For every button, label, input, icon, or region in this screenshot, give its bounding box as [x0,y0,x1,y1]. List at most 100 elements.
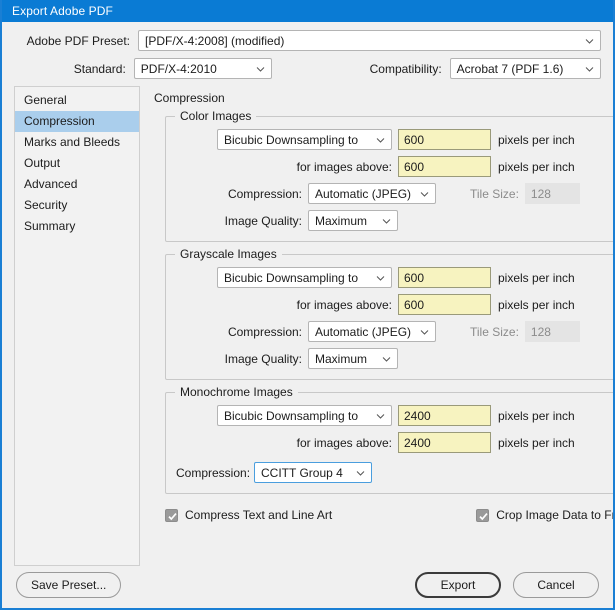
standard-compat-row: Standard: PDF/X-4:2010 Compatibility: Ac… [14,58,601,79]
color-above-input[interactable]: 600 [398,156,491,177]
chevron-down-icon [585,36,594,45]
compatibility-value: Acrobat 7 (PDF 1.6) [457,62,564,76]
monochrome-above-row: for images above: 2400 pixels per inch [176,432,615,453]
options-checkbox-row: Compress Text and Line Art Crop Image Da… [165,508,615,522]
crop-image-checkbox[interactable]: Crop Image Data to Frames [476,508,615,522]
chevron-down-icon [382,216,391,225]
color-compression-dropdown[interactable]: Automatic (JPEG) [308,183,436,204]
sidebar-item-label: Marks and Bleeds [24,135,120,149]
grayscale-ppi-unit: pixels per inch [498,271,575,285]
adobe-pdf-preset-value: [PDF/X-4:2008] (modified) [145,34,284,48]
color-downsample-dropdown[interactable]: Bicubic Downsampling to [217,129,392,150]
sidebar-item-label: Advanced [24,177,77,191]
color-quality-label: Image Quality: [176,214,302,228]
save-preset-label: Save Preset... [31,578,106,592]
color-compression-label: Compression: [176,187,302,201]
grayscale-tile-size-input: 128 [525,321,580,342]
export-button[interactable]: Export [415,572,501,598]
sidebar-item-marks-and-bleeds[interactable]: Marks and Bleeds [15,132,139,153]
monochrome-compression-value: CCITT Group 4 [261,466,343,480]
grayscale-downsample-value: Bicubic Downsampling to [224,271,358,285]
sidebar-nav: General Compression Marks and Bleeds Out… [14,86,140,566]
sidebar-item-label: Compression [24,114,95,128]
sidebar-item-label: Summary [24,219,75,233]
standard-label: Standard: [14,62,126,76]
export-label: Export [441,578,476,592]
sidebar-item-compression[interactable]: Compression [15,111,139,132]
grayscale-compression-dropdown[interactable]: Automatic (JPEG) [308,321,436,342]
grayscale-downsample-dropdown[interactable]: Bicubic Downsampling to [217,267,392,288]
chevron-down-icon [382,354,391,363]
cancel-button[interactable]: Cancel [513,572,599,598]
grayscale-compression-row: Compression: Automatic (JPEG) Tile Size:… [176,321,615,342]
grayscale-above-row: for images above: 600 pixels per inch [176,294,615,315]
monochrome-compression-label: Compression: [176,466,248,480]
dialog-footer: Save Preset... Export Cancel [2,562,613,608]
compress-text-checkbox[interactable]: Compress Text and Line Art [165,508,332,522]
grayscale-images-group: Grayscale Images Bicubic Downsampling to… [165,254,615,380]
monochrome-images-group: Monochrome Images Bicubic Downsampling t… [165,392,615,494]
sidebar-item-security[interactable]: Security [15,195,139,216]
chevron-down-icon [256,64,265,73]
preset-section: Adobe PDF Preset: [PDF/X-4:2008] (modifi… [2,22,613,79]
sidebar-item-label: Security [24,198,67,212]
grayscale-quality-value: Maximum [315,352,367,366]
save-preset-button[interactable]: Save Preset... [16,572,121,598]
grayscale-quality-dropdown[interactable]: Maximum [308,348,398,369]
monochrome-ppi-value: 2400 [404,409,431,423]
sidebar-item-advanced[interactable]: Advanced [15,174,139,195]
monochrome-downsample-value: Bicubic Downsampling to [224,409,358,423]
color-ppi-input[interactable]: 600 [398,129,491,150]
color-downsample-row: Bicubic Downsampling to 600 pixels per i… [176,129,615,150]
grayscale-above-value: 600 [404,298,424,312]
monochrome-compression-row: Compression: CCITT Group 4 [176,462,615,483]
grayscale-quality-row: Image Quality: Maximum [176,348,615,369]
color-ppi-unit: pixels per inch [498,133,575,147]
color-above-row: for images above: 600 pixels per inch [176,156,615,177]
monochrome-above-input[interactable]: 2400 [398,432,491,453]
color-images-group: Color Images Bicubic Downsampling to 600… [165,116,615,242]
preset-label: Adobe PDF Preset: [14,34,130,48]
grayscale-above-label: for images above: [176,298,392,312]
monochrome-above-label: for images above: [176,436,392,450]
monochrome-above-unit: pixels per inch [498,436,575,450]
sidebar-item-output[interactable]: Output [15,153,139,174]
sidebar-item-label: Output [24,156,60,170]
sidebar-item-summary[interactable]: Summary [15,216,139,237]
sidebar-item-general[interactable]: General [15,90,139,111]
titlebar: Export Adobe PDF [2,0,613,22]
monochrome-compression-dropdown[interactable]: CCITT Group 4 [254,462,372,483]
grayscale-compression-label: Compression: [176,325,302,339]
crop-image-label: Crop Image Data to Frames [496,508,615,522]
chevron-down-icon [376,273,385,282]
chevron-down-icon [376,411,385,420]
window-title: Export Adobe PDF [12,4,113,18]
compress-text-label: Compress Text and Line Art [185,508,332,522]
adobe-pdf-preset-dropdown[interactable]: [PDF/X-4:2008] (modified) [138,30,601,51]
grayscale-tile-size-label: Tile Size: [470,325,519,339]
color-compression-row: Compression: Automatic (JPEG) Tile Size:… [176,183,615,204]
grayscale-above-input[interactable]: 600 [398,294,491,315]
standard-dropdown[interactable]: PDF/X-4:2010 [134,58,272,79]
color-above-unit: pixels per inch [498,160,575,174]
monochrome-ppi-input[interactable]: 2400 [398,405,491,426]
monochrome-images-group-title: Monochrome Images [175,385,298,399]
color-downsample-value: Bicubic Downsampling to [224,133,358,147]
grayscale-downsample-row: Bicubic Downsampling to 600 pixels per i… [176,267,615,288]
color-ppi-value: 600 [404,133,424,147]
color-above-label: for images above: [176,160,392,174]
monochrome-downsample-dropdown[interactable]: Bicubic Downsampling to [217,405,392,426]
content-panel: Compression Color Images Bicubic Downsam… [140,86,615,566]
grayscale-ppi-input[interactable]: 600 [398,267,491,288]
dialog-body: General Compression Marks and Bleeds Out… [2,86,613,566]
color-tile-size-input: 128 [525,183,580,204]
compatibility-dropdown[interactable]: Acrobat 7 (PDF 1.6) [450,58,601,79]
color-compression-value: Automatic (JPEG) [315,187,411,201]
color-quality-row: Image Quality: Maximum [176,210,615,231]
monochrome-ppi-unit: pixels per inch [498,409,575,423]
checkbox-checked-icon [476,509,489,522]
cancel-label: Cancel [537,578,574,592]
monochrome-downsample-row: Bicubic Downsampling to 2400 pixels per … [176,405,615,426]
chevron-down-icon [356,468,365,477]
color-quality-dropdown[interactable]: Maximum [308,210,398,231]
